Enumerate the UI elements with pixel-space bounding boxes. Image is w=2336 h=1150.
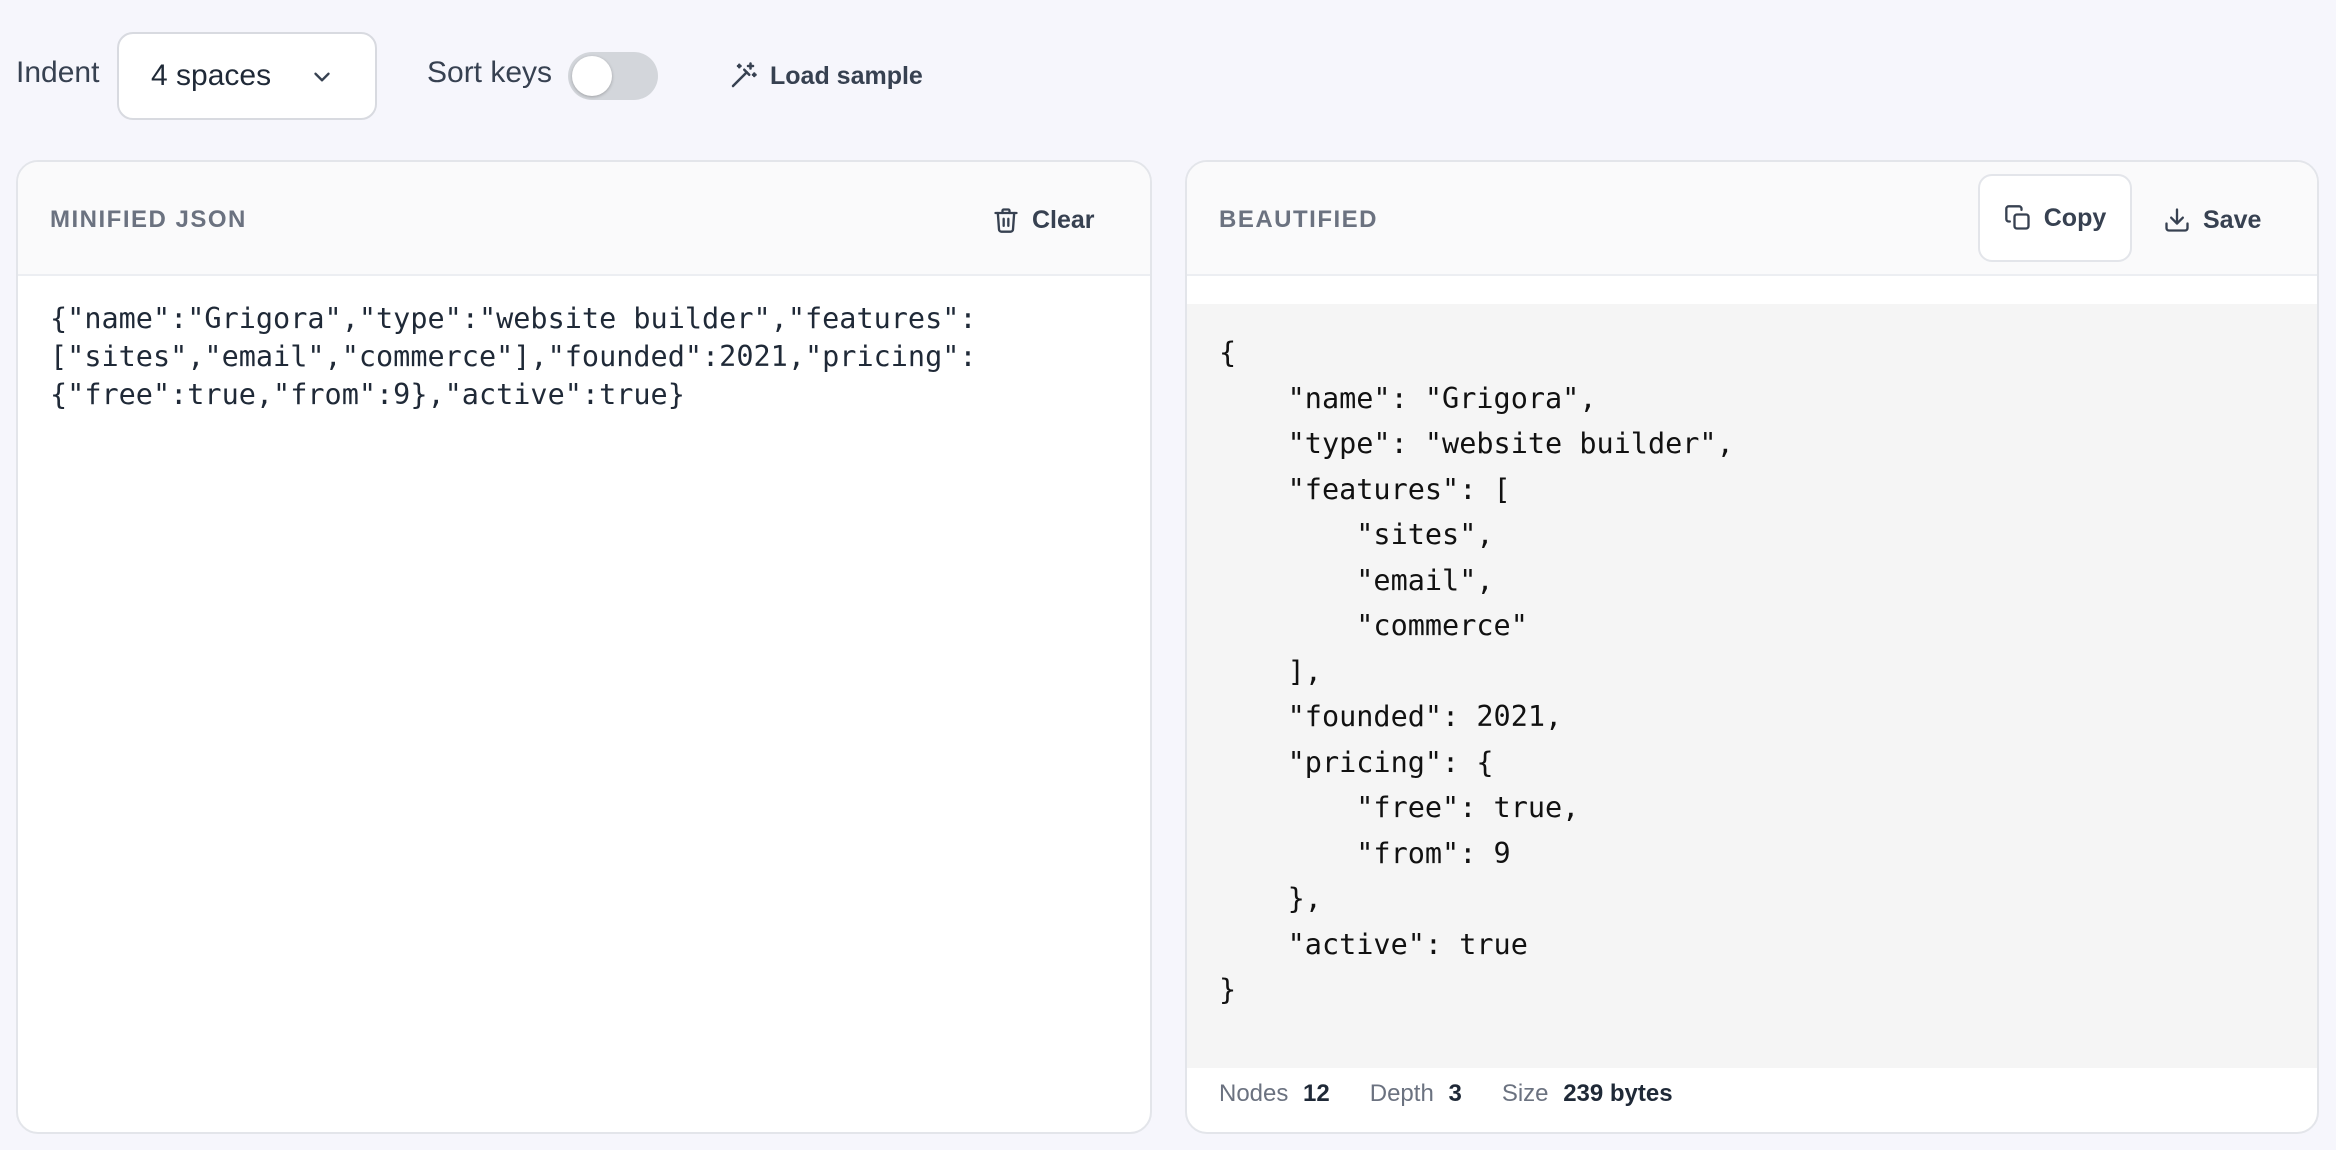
trash-icon — [994, 208, 1018, 233]
beautified-panel-header: BEAUTIFIED Copy Save — [1187, 162, 2317, 276]
save-label: Save — [2203, 205, 2262, 234]
save-button[interactable]: Save — [2163, 200, 2261, 240]
beautified-panel: BEAUTIFIED Copy Save { "name": "Grigora"… — [1185, 160, 2319, 1134]
load-sample-button[interactable]: Load sample — [728, 56, 923, 96]
indent-label: Indent — [16, 56, 100, 89]
indent-select[interactable]: 4 spaces — [117, 32, 377, 120]
load-sample-label: Load sample — [770, 61, 923, 90]
clear-button[interactable]: Clear — [992, 200, 1095, 240]
sort-keys-label: Sort keys — [427, 56, 553, 89]
magic-wand-icon — [731, 62, 757, 88]
stat-depth: Depth 3 — [1370, 1080, 1462, 1108]
minified-panel-title: MINIFIED JSON — [50, 206, 247, 233]
beautified-panel-title: BEAUTIFIED — [1219, 206, 1378, 233]
clear-label: Clear — [1032, 205, 1095, 234]
sort-keys-toggle[interactable] — [568, 52, 658, 100]
toolbar: Indent 4 spaces Sort keys Load sample — [0, 0, 2336, 150]
stat-size-label: Size — [1501, 1080, 1549, 1107]
minified-panel-header: MINIFIED JSON Clear — [18, 162, 1150, 276]
toggle-knob — [572, 56, 612, 96]
copy-label: Copy — [2043, 203, 2107, 232]
stat-nodes-label: Nodes — [1219, 1080, 1289, 1107]
stat-nodes: Nodes 12 — [1219, 1080, 1330, 1108]
beautified-output-area[interactable]: { "name": "Grigora", "type": "website bu… — [1187, 304, 2317, 1068]
beautified-json-output: { "name": "Grigora", "type": "website bu… — [1219, 336, 1734, 1006]
stat-size: Size 239 bytes — [1502, 1080, 1673, 1108]
indent-select-value: 4 spaces — [151, 59, 272, 92]
copy-icon — [2004, 205, 2030, 230]
minified-json-panel: MINIFIED JSON Clear {"name":"Grigora","t… — [16, 160, 1152, 1134]
stat-size-value: 239 bytes — [1563, 1080, 1673, 1107]
chevron-down-icon — [314, 72, 330, 82]
copy-button[interactable]: Copy — [1978, 174, 2132, 262]
stat-depth-value: 3 — [1448, 1080, 1462, 1107]
stat-depth-label: Depth — [1369, 1080, 1434, 1107]
download-icon — [2165, 208, 2189, 232]
minified-json-input[interactable]: {"name":"Grigora","type":"website builde… — [50, 300, 1110, 414]
stats-bar: Nodes 12 Depth 3 Size 239 bytes — [1187, 1068, 2317, 1132]
stat-nodes-value: 12 — [1303, 1080, 1330, 1107]
